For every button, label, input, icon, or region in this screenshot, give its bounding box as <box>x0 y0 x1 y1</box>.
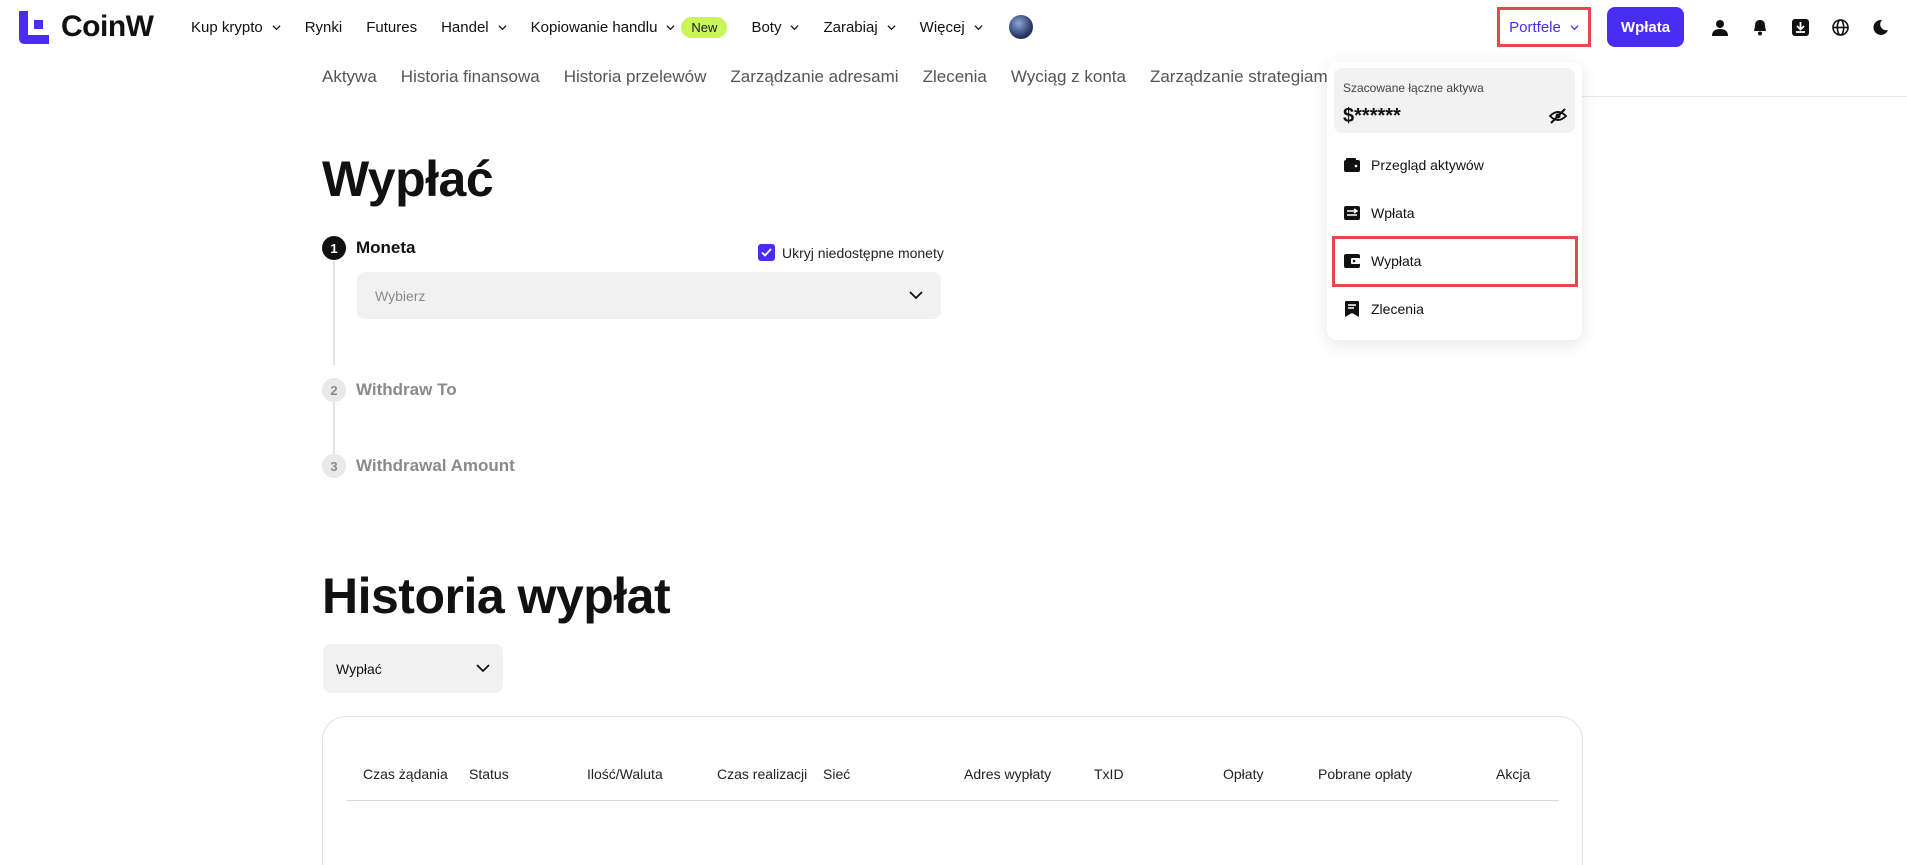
nav-label: Kopiowanie handlu <box>530 18 658 36</box>
chevron-down-icon <box>790 24 799 30</box>
menu-item-label: Przegląd aktywów <box>1371 157 1484 173</box>
step-moneta: 1 Moneta <box>322 236 416 260</box>
step-connector <box>333 402 335 454</box>
chevron-down-icon <box>476 664 490 673</box>
step-withdraw-to: 2 Withdraw To <box>322 378 457 402</box>
menu-item-przeglad-aktywow[interactable]: Przegląd aktywów <box>1344 157 1484 173</box>
wallet-dropdown-menu: Szacowane łączne aktywa $****** Przegląd… <box>1327 62 1582 340</box>
wyplata-highlight-box <box>1332 236 1578 287</box>
nav-kup-krypto[interactable]: Kup krypto <box>191 19 281 36</box>
checkbox-checked-icon[interactable] <box>758 244 775 261</box>
step-number: 3 <box>322 454 346 478</box>
coinw-logo-icon <box>19 10 49 44</box>
download-icon[interactable] <box>1787 14 1813 40</box>
step-number: 1 <box>322 236 346 260</box>
nav-label: Rynki <box>304 18 343 36</box>
step-label: Withdrawal Amount <box>356 456 515 475</box>
step-connector <box>333 261 335 365</box>
assets-subnav: Aktywa Historia finansowa Historia przel… <box>322 67 1355 87</box>
nav-futures[interactable]: Futures <box>366 19 417 36</box>
step-label: Moneta <box>356 238 416 257</box>
column-header: Adres wypłaty <box>964 766 1052 782</box>
planet-avatar-icon[interactable] <box>1008 15 1033 39</box>
subnav-zarzadzanie-strategiami[interactable]: Zarządzanie strategiami <box>1150 67 1331 87</box>
column-header: Status <box>469 766 509 782</box>
step-label: Withdraw To <box>356 380 457 399</box>
column-header: Ilość/Waluta <box>587 766 663 782</box>
chevron-down-icon <box>887 24 896 30</box>
chevron-down-icon <box>1570 24 1579 30</box>
menu-item-zlecenia[interactable]: Zlecenia <box>1344 301 1424 317</box>
nav-label: Futures <box>366 18 418 36</box>
globe-icon[interactable] <box>1827 14 1853 40</box>
top-navigation-bar: CoinW Kup krypto Rynki Futures Handel Ko… <box>0 0 1907 54</box>
subnav-wyciag-z-konta[interactable]: Wyciąg z konta <box>1011 67 1126 87</box>
user-icon[interactable] <box>1707 14 1733 40</box>
subnav-historia-przelewow[interactable]: Historia przelewów <box>564 67 707 87</box>
moon-icon[interactable] <box>1867 14 1893 40</box>
orders-icon <box>1344 301 1360 317</box>
chevron-down-icon <box>498 24 507 30</box>
nav-boty[interactable]: Boty <box>751 19 799 36</box>
step-withdrawal-amount: 3 Withdrawal Amount <box>322 454 515 478</box>
history-title: Historia wypłat <box>322 568 671 624</box>
step-number: 2 <box>322 378 346 402</box>
menu-item-label: Wpłata <box>1371 205 1415 221</box>
bell-icon[interactable] <box>1747 14 1773 40</box>
subnav-historia-finansowa[interactable]: Historia finansowa <box>401 67 540 87</box>
nav-label: Handel <box>441 18 489 36</box>
chevron-down-icon <box>974 24 983 30</box>
coin-select[interactable]: Wybierz <box>357 272 941 319</box>
history-type-select[interactable]: Wypłać <box>323 644 503 693</box>
nav-label: Boty <box>751 18 782 36</box>
deposit-icon <box>1344 205 1360 221</box>
hide-coins-label: Ukryj niedostępne monety <box>782 244 944 261</box>
chevron-down-icon <box>666 24 675 30</box>
chevron-down-icon <box>272 24 281 30</box>
subnav-aktywa[interactable]: Aktywa <box>322 67 377 87</box>
coin-select-placeholder: Wybierz <box>375 287 426 304</box>
main-nav: Kup krypto Rynki Futures Handel Kopiowan… <box>191 0 1033 54</box>
chevron-down-icon <box>909 291 923 300</box>
menu-item-label: Zlecenia <box>1371 301 1424 317</box>
wallet-icon <box>1344 157 1360 173</box>
portfele-dropdown-button[interactable]: Portfele <box>1497 7 1591 47</box>
coinw-logo[interactable]: CoinW <box>19 10 154 44</box>
column-header: Sieć <box>823 766 851 782</box>
nav-kopiowanie-handlu[interactable]: Kopiowanie handlu New <box>530 16 728 38</box>
history-type-value: Wypłać <box>336 660 382 677</box>
new-badge: New <box>681 16 728 38</box>
column-header: TxID <box>1094 766 1124 782</box>
portfele-label: Portfele <box>1509 18 1561 36</box>
subnav-zarzadzanie-adresami[interactable]: Zarządzanie adresami <box>730 67 898 87</box>
hide-unavailable-coins-toggle[interactable]: Ukryj niedostępne monety <box>758 244 944 261</box>
history-table-header: Czas żądania Status Ilość/Waluta Czas re… <box>347 766 1559 801</box>
column-header: Czas realizacji <box>717 766 808 782</box>
nav-zarabiaj[interactable]: Zarabiaj <box>823 18 896 36</box>
nav-label: Zarabiaj <box>823 18 878 36</box>
page-title: Wypłać <box>322 151 494 207</box>
column-header: Akcja <box>1496 766 1531 782</box>
eye-hidden-icon[interactable] <box>1548 106 1568 126</box>
estimated-assets-label: Szacowane łączne aktywa <box>1343 81 1484 95</box>
column-header: Pobrane opłaty <box>1318 766 1413 782</box>
header-icons <box>1707 14 1907 40</box>
nav-label: Więcej <box>919 18 965 36</box>
column-header: Czas żądania <box>363 766 448 782</box>
estimated-assets-box: Szacowane łączne aktywa $****** <box>1334 68 1575 133</box>
nav-wiecej[interactable]: Więcej <box>920 19 983 36</box>
menu-item-wplata[interactable]: Wpłata <box>1344 205 1415 221</box>
nav-handel[interactable]: Handel <box>441 19 507 36</box>
subnav-zlecenia[interactable]: Zlecenia <box>923 67 987 87</box>
deposit-button[interactable]: Wpłata <box>1607 7 1684 47</box>
nav-rynki[interactable]: Rynki <box>305 19 343 36</box>
estimated-assets-value: $****** <box>1343 105 1401 127</box>
nav-label: Kup krypto <box>191 18 263 36</box>
column-header: Opłaty <box>1223 766 1264 782</box>
brand-name: CoinW <box>61 10 154 43</box>
